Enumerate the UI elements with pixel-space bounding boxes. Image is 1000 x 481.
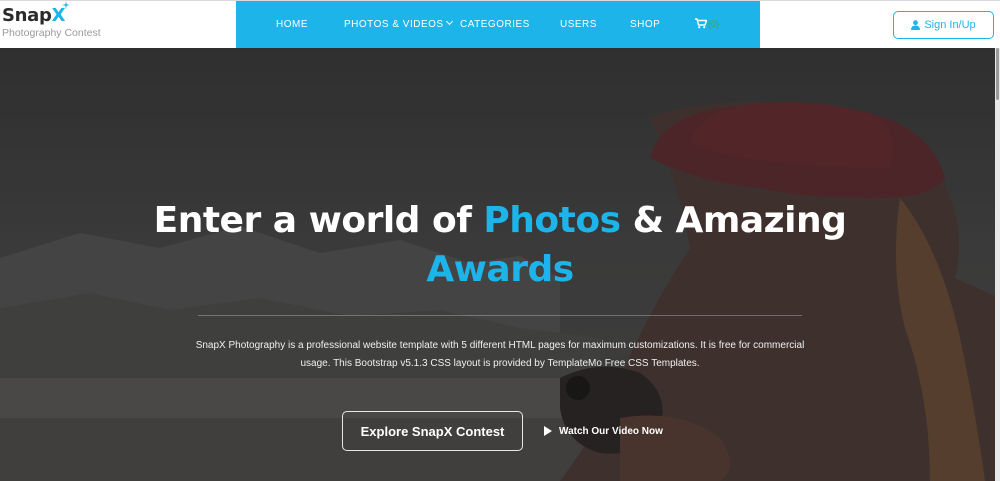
chevron-down-icon <box>445 17 453 26</box>
hero-divider <box>198 315 802 316</box>
main-nav: HOME PHOTOS & VIDEOS CATEGORIES USERS SH… <box>236 1 760 48</box>
cart-link[interactable]: (0) <box>695 18 719 29</box>
watch-video-label: Watch Our Video Now <box>559 425 663 437</box>
scrollbar-thumb[interactable] <box>996 48 999 100</box>
nav-item-home[interactable]: HOME <box>276 1 308 48</box>
site-header: Snap X Photography Contest HOME PHOTOS &… <box>0 0 1000 48</box>
headline-accent-photos: Photos <box>483 200 621 241</box>
cart-icon <box>695 18 707 29</box>
nav-item-categories[interactable]: CATEGORIES <box>460 1 530 48</box>
headline-text-2: & Amazing <box>620 200 847 241</box>
sign-in-button[interactable]: Sign In/Up <box>893 11 994 39</box>
watch-video-button[interactable]: Watch Our Video Now <box>544 422 663 440</box>
sparkle-icon <box>62 1 71 9</box>
cart-count: (0) <box>708 18 719 29</box>
nav-item-photos-videos-label: PHOTOS & VIDEOS <box>344 19 444 30</box>
explore-contest-button[interactable]: Explore SnapX Contest <box>342 411 523 451</box>
hero-headline: Enter a world of Photos & Amazing Awards <box>0 196 1000 294</box>
explore-contest-label: Explore SnapX Contest <box>360 423 505 439</box>
brand-tagline: Photography Contest <box>2 27 101 39</box>
brand-name: Snap X <box>2 1 101 26</box>
nav-item-photos-videos[interactable]: PHOTOS & VIDEOS <box>344 1 453 48</box>
headline-accent-awards: Awards <box>426 249 574 290</box>
play-icon <box>544 426 552 436</box>
hero-description: SnapX Photography is a professional webs… <box>195 340 805 369</box>
page-scrollbar[interactable] <box>995 48 1000 481</box>
brand-logo[interactable]: Snap X Photography Contest <box>2 1 101 39</box>
brand-name-accent: X <box>52 1 71 26</box>
user-icon <box>911 20 921 30</box>
headline-text-1: Enter a world of <box>153 200 484 241</box>
nav-item-users[interactable]: USERS <box>560 1 597 48</box>
brand-name-main: Snap <box>2 5 52 26</box>
sign-in-label: Sign In/Up <box>924 19 976 31</box>
nav-item-shop[interactable]: SHOP <box>630 1 660 48</box>
